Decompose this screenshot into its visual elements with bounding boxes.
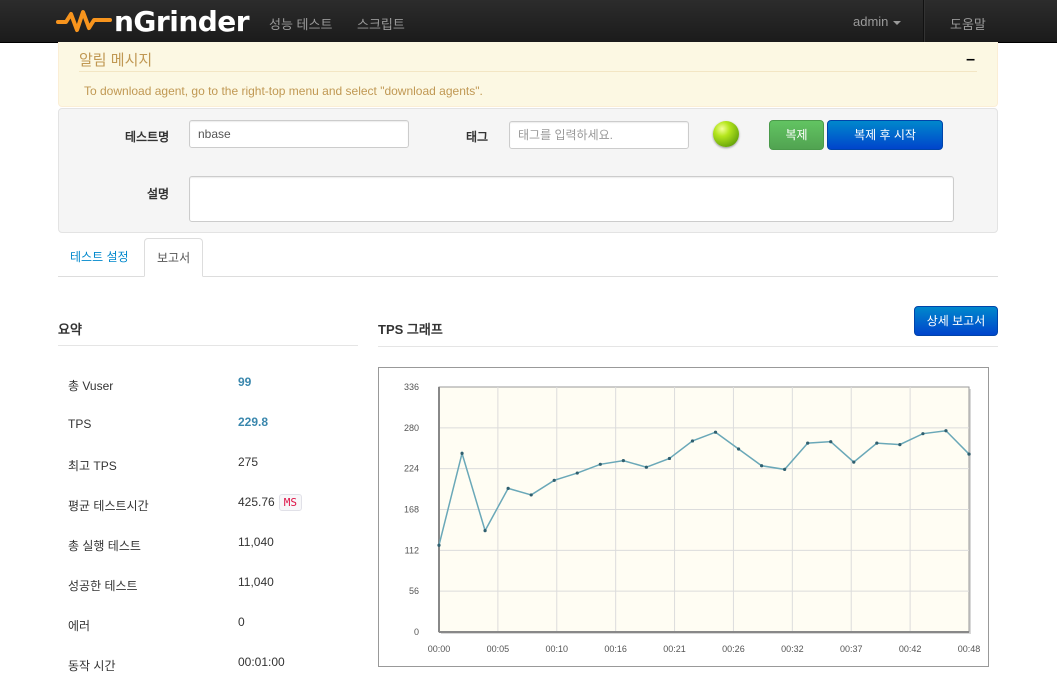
y-tick-label: 336 xyxy=(404,382,419,392)
tps-data-point xyxy=(506,486,510,490)
y-tick-label: 224 xyxy=(404,464,419,474)
summary-value-vuser: 99 xyxy=(238,375,252,389)
tps-graph-title: TPS 그래프 xyxy=(378,322,443,337)
test-name-label: 테스트명 xyxy=(125,130,170,144)
summary-value-success-tests: 11,040 xyxy=(238,575,274,589)
alert-title: 알림 메시지 xyxy=(79,52,153,69)
alert-divider xyxy=(79,71,977,72)
mean-test-time-number: 425.76 xyxy=(238,495,275,509)
x-tick-label: 00:26 xyxy=(722,644,745,654)
graph-divider xyxy=(378,346,998,347)
pulse-logo-icon xyxy=(56,10,112,32)
collapse-button[interactable]: – xyxy=(966,51,975,69)
summary-label-success-tests: 성공한 테스트 xyxy=(68,579,138,593)
tab-bar: 테스트 설정 보고서 xyxy=(58,238,998,277)
tps-data-point xyxy=(552,478,556,482)
status-ready-icon xyxy=(713,121,739,147)
notification-alert: 알림 메시지 – To download agent, go to the ri… xyxy=(58,42,998,107)
tps-data-point xyxy=(598,462,602,466)
tps-data-point xyxy=(736,447,741,451)
user-name: admin xyxy=(853,14,889,29)
y-tick-label: 280 xyxy=(404,423,419,433)
tab-test-settings[interactable]: 테스트 설정 xyxy=(58,238,141,276)
copy-and-start-button[interactable]: 복제 후 시작 xyxy=(827,120,943,150)
tps-chart-svg: 0 56 112 168 224 280 336 00:00 00:05 00:10 00:16 00… xyxy=(404,382,981,654)
tps-data-point xyxy=(806,441,810,445)
copy-button[interactable]: 복제 xyxy=(769,120,824,150)
x-tick-label: 00:00 xyxy=(428,644,451,654)
tps-chart: 0 56 112 168 224 280 336 00:00 00:05 00:10 00:16 00… xyxy=(378,367,989,667)
x-tick-label: 00:16 xyxy=(604,644,627,654)
summary-label-tps: TPS xyxy=(68,417,92,431)
caret-down-icon xyxy=(893,20,902,25)
description-label: 설명 xyxy=(147,187,170,201)
x-tick-label: 00:48 xyxy=(958,644,981,654)
summary-value-errors: 0 xyxy=(238,615,245,629)
brand-logo[interactable]: nGrinder xyxy=(56,4,250,38)
summary-title: 요약 xyxy=(58,322,82,337)
tps-data-point xyxy=(967,452,971,456)
summary-label-vuser: 총 Vuser xyxy=(68,379,114,393)
tps-data-point xyxy=(921,432,925,436)
y-tick-label: 0 xyxy=(414,627,419,637)
x-tick-label: 00:10 xyxy=(546,644,569,654)
tps-data-point xyxy=(898,443,902,447)
y-tick-label: 112 xyxy=(405,545,419,555)
nav-performance-test[interactable]: 성능 테스트 xyxy=(269,14,332,33)
nav-script[interactable]: 스크립트 xyxy=(357,14,405,33)
tps-data-point xyxy=(783,467,787,471)
summary-value-run-time: 00:01:00 xyxy=(238,655,285,669)
summary-label-run-time: 동작 시간 xyxy=(68,659,116,673)
tps-data-point xyxy=(529,493,533,497)
summary-value-mean-test-time: 425.76 MS xyxy=(238,494,302,511)
summary-label-peak-tps: 최고 TPS xyxy=(68,459,117,473)
x-tick-label: 00:05 xyxy=(487,644,510,654)
tps-data-point xyxy=(875,441,879,445)
test-info-panel: 테스트명 nbase 태그 태그를 입력하세요. 복제 복제 후 시작 설명 xyxy=(58,108,998,233)
description-textarea[interactable] xyxy=(189,176,954,222)
summary-divider xyxy=(58,345,358,346)
summary-value-total-tests: 11,040 xyxy=(238,535,274,549)
user-menu[interactable]: admin xyxy=(853,14,902,29)
tps-data-point xyxy=(437,543,441,547)
tps-data-point xyxy=(944,429,948,433)
tps-data-point xyxy=(644,465,648,469)
tps-data-point xyxy=(852,460,856,464)
tps-data-point xyxy=(667,456,672,461)
nav-help[interactable]: 도움말 xyxy=(950,14,986,33)
tps-data-point xyxy=(829,440,833,444)
nav-divider xyxy=(923,0,925,42)
tps-data-point xyxy=(575,471,579,475)
brand-name: nGrinder xyxy=(114,4,250,38)
tps-data-point xyxy=(760,464,764,468)
tab-report[interactable]: 보고서 xyxy=(144,238,204,277)
test-name-input[interactable]: nbase xyxy=(189,120,409,148)
tps-data-point xyxy=(621,459,625,463)
top-navbar: nGrinder 성능 테스트 스크립트 admin 도움말 xyxy=(0,0,1057,43)
summary-value-tps: 229.8 xyxy=(238,415,269,429)
tps-data-point xyxy=(713,430,718,434)
summary-label-total-tests: 총 실행 테스트 xyxy=(68,539,141,553)
x-tick-label: 00:32 xyxy=(781,644,804,654)
tag-input[interactable]: 태그를 입력하세요. xyxy=(509,121,689,149)
alert-message: To download agent, go to the right-top m… xyxy=(84,84,483,98)
x-tick-label: 00:42 xyxy=(899,644,922,654)
summary-label-errors: 에러 xyxy=(68,619,91,633)
summary-value-peak-tps: 275 xyxy=(238,455,259,469)
unit-badge: MS xyxy=(278,494,302,511)
x-tick-label: 00:21 xyxy=(663,644,686,654)
detail-report-button[interactable]: 상세 보고서 xyxy=(914,306,998,336)
y-tick-label: 168 xyxy=(404,505,419,515)
tag-label: 태그 xyxy=(466,130,489,144)
tps-data-point xyxy=(690,439,695,443)
x-tick-label: 00:37 xyxy=(840,644,863,654)
y-tick-label: 56 xyxy=(409,586,419,596)
tps-data-point xyxy=(483,529,487,533)
summary-label-mean-test-time: 평균 테스트시간 xyxy=(68,499,149,513)
tps-data-point xyxy=(460,451,464,455)
